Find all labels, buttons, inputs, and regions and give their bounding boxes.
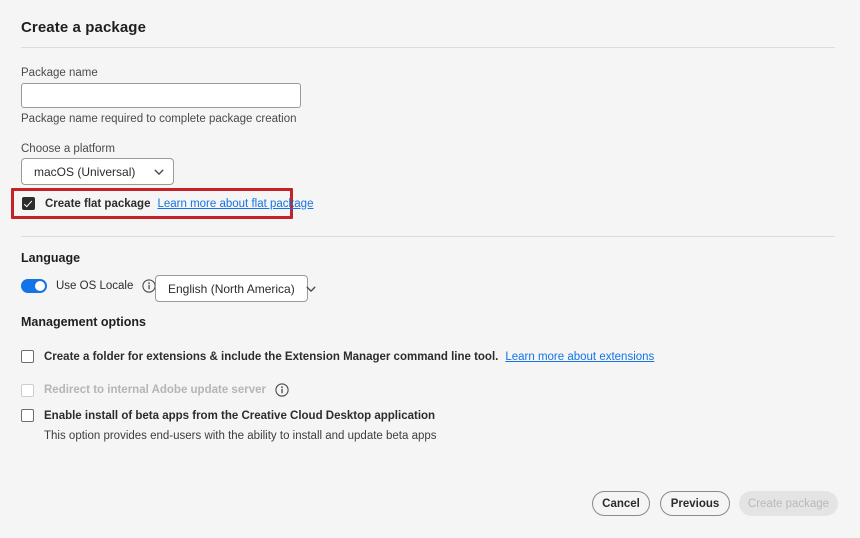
- language-heading: Language: [21, 251, 81, 265]
- create-package-dialog: Create a package Package name Package na…: [0, 0, 860, 538]
- package-name-label: Package name: [21, 67, 98, 79]
- previous-button[interactable]: Previous: [660, 491, 730, 516]
- beta-apps-checkbox[interactable]: [21, 409, 34, 422]
- package-name-input[interactable]: [21, 83, 301, 108]
- flat-package-row[interactable]: Create flat package Learn more about fla…: [22, 197, 313, 210]
- create-package-button: Create package: [739, 491, 838, 516]
- divider-top: [21, 47, 835, 48]
- management-options-heading: Management options: [21, 315, 147, 329]
- redirect-update-server-row: Redirect to internal Adobe update server: [21, 383, 289, 397]
- redirect-update-server-label: Redirect to internal Adobe update server: [44, 384, 266, 396]
- flat-package-learn-more-link[interactable]: Learn more about flat package: [157, 198, 313, 210]
- platform-select-value: macOS (Universal): [34, 164, 136, 179]
- toggle-knob: [35, 281, 45, 291]
- info-icon[interactable]: [275, 383, 289, 397]
- platform-select[interactable]: macOS (Universal): [21, 158, 174, 185]
- extensions-learn-more-link[interactable]: Learn more about extensions: [505, 351, 654, 363]
- extensions-folder-row[interactable]: Create a folder for extensions & include…: [21, 350, 654, 363]
- use-os-locale-toggle[interactable]: [21, 279, 47, 293]
- package-name-helper: Package name required to complete packag…: [21, 113, 297, 125]
- language-select-value: English (North America): [168, 281, 295, 296]
- chevron-down-icon: [306, 286, 316, 292]
- redirect-update-server-checkbox: [21, 383, 34, 397]
- beta-apps-note: This option provides end-users with the …: [44, 430, 437, 442]
- use-os-locale-label: Use OS Locale: [56, 280, 134, 292]
- extensions-folder-label: Create a folder for extensions & include…: [44, 350, 499, 363]
- extensions-folder-checkbox[interactable]: [21, 350, 34, 363]
- platform-label: Choose a platform: [21, 143, 115, 155]
- beta-apps-row[interactable]: Enable install of beta apps from the Cre…: [21, 409, 435, 422]
- chevron-down-icon: [154, 169, 164, 175]
- language-select[interactable]: English (North America): [155, 275, 316, 302]
- page-title: Create a package: [21, 19, 147, 36]
- cancel-button[interactable]: Cancel: [592, 491, 650, 516]
- use-os-locale-row[interactable]: Use OS Locale: [21, 279, 157, 293]
- beta-apps-label: Enable install of beta apps from the Cre…: [44, 409, 436, 422]
- divider-middle: [21, 236, 835, 237]
- flat-package-label: Create flat package: [45, 197, 151, 210]
- flat-package-checkbox[interactable]: [22, 197, 35, 210]
